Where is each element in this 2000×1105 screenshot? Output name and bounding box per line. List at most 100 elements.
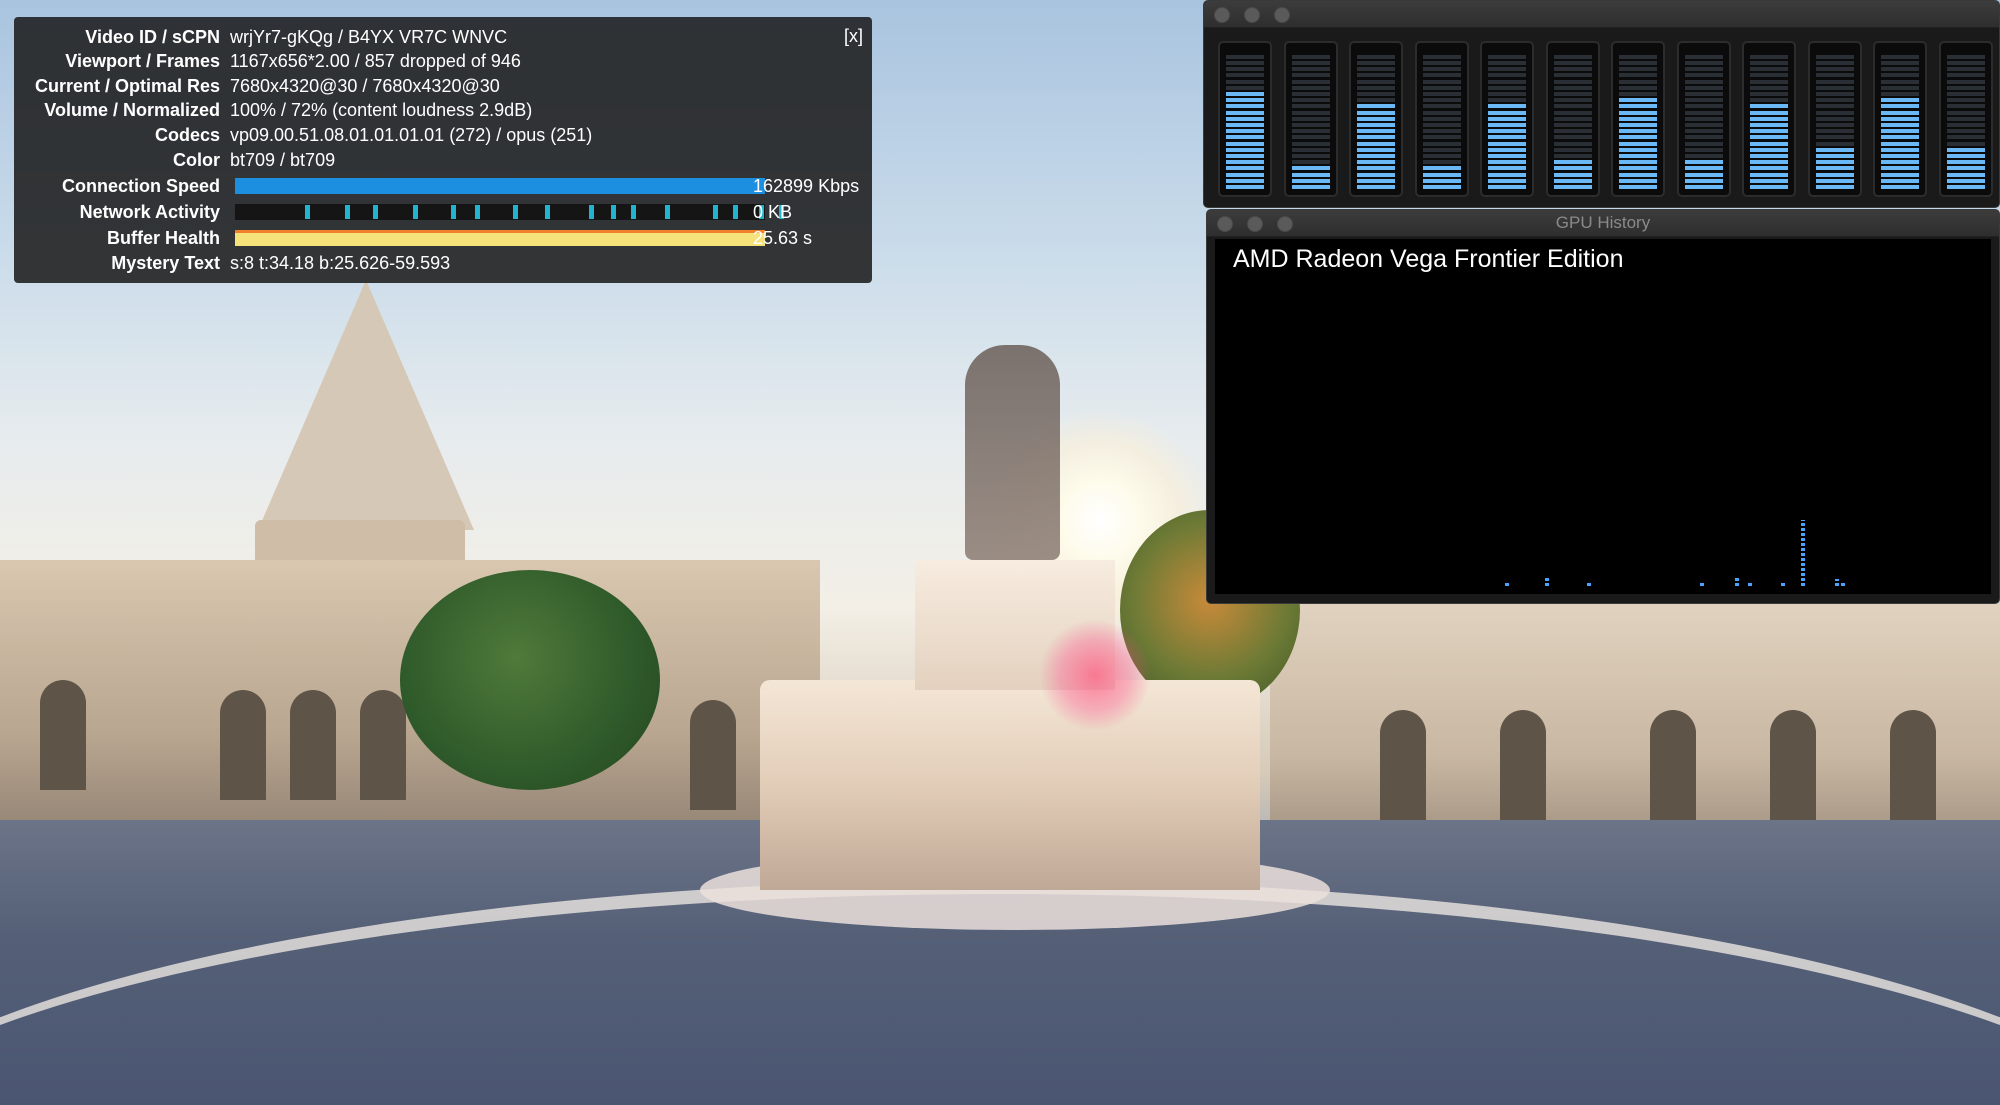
meter-segment (1815, 147, 1854, 152)
meter-segment (1226, 79, 1264, 84)
network-activity-tick (373, 205, 378, 219)
meter-segment (1226, 147, 1264, 152)
meter-segment (1946, 147, 1985, 152)
meter-segment (1684, 185, 1723, 189)
meter-segment (1619, 141, 1657, 146)
stat-value: wrjYr7-gKQg / B4YX VR7C WNVC (230, 27, 508, 47)
meter-segment (1619, 67, 1657, 72)
tree (400, 570, 660, 790)
meter-segment (1684, 104, 1723, 109)
meter-segment (1357, 160, 1395, 165)
meter-segment (1684, 129, 1723, 134)
meter-segment (1815, 92, 1854, 96)
meter-segment (1488, 135, 1526, 140)
meter-segment (1815, 85, 1854, 90)
meter-segment (1684, 141, 1723, 146)
meter-segment (1684, 92, 1723, 96)
window-titlebar[interactable] (1204, 1, 1999, 28)
meter-segment (1684, 85, 1723, 90)
gpu-history-window[interactable]: GPU History AMD Radeon Vega Frontier Edi… (1206, 209, 2000, 604)
network-activity-tick (611, 205, 616, 219)
meter-segment (1815, 160, 1854, 165)
meter-segment (1750, 54, 1788, 59)
meter-segment (1422, 123, 1461, 127)
arch (1500, 710, 1546, 820)
meter-segment (1226, 73, 1264, 78)
meter-segment (1881, 172, 1919, 177)
gpu-usage-spike (1700, 582, 1704, 586)
cpu-meter-window[interactable] (1203, 0, 2000, 208)
meter-segment (1357, 123, 1395, 127)
meter-segment (1226, 154, 1264, 158)
stat-value: s:8 t:34.18 b:25.626-59.593 (230, 253, 451, 273)
meter-segment (1357, 67, 1395, 72)
meter-segment (1881, 123, 1919, 127)
meter-segment (1422, 54, 1461, 59)
stat-row-viewport: Viewport / Frames 1167x656*2.00 / 857 dr… (14, 49, 872, 73)
meter-segment (1488, 104, 1526, 109)
arch (360, 690, 406, 800)
meter-segment (1291, 147, 1330, 152)
meter-segment (1946, 141, 1985, 146)
meter-segment (1291, 123, 1330, 127)
meter-segment (1946, 135, 1985, 140)
meter-segment (1553, 98, 1592, 103)
stat-row-video-id: Video ID / sCPN wrjYr7-gKQg / B4YX VR7C … (14, 25, 872, 49)
meter-segment (1946, 129, 1985, 134)
cpu-core-meter (1545, 41, 1600, 197)
meter-segment (1488, 185, 1526, 189)
meter-segment (1946, 104, 1985, 109)
meter-segment (1488, 67, 1526, 72)
zoom-window-button[interactable] (1274, 7, 1290, 23)
close-window-button[interactable] (1214, 7, 1230, 23)
stat-label: Buffer Health (106, 228, 220, 248)
meter-segment (1881, 160, 1919, 165)
equestrian-statue (965, 345, 1060, 560)
meter-segment (1291, 98, 1330, 103)
stat-label: Viewport / Frames (65, 51, 220, 71)
meter-segment (1881, 141, 1919, 146)
meter-segment (1881, 85, 1919, 90)
minimize-window-button[interactable] (1244, 7, 1260, 23)
stat-label: Volume / Normalized (44, 100, 220, 120)
stat-label: Current / Optimal Res (34, 76, 220, 96)
meter-segment (1684, 67, 1723, 72)
network-activity-tick (545, 205, 550, 219)
meter-segment (1684, 178, 1723, 183)
network-activity-tick (589, 205, 594, 219)
meter-segment (1619, 85, 1657, 90)
meter-segment (1357, 116, 1395, 121)
meter-segment (1553, 104, 1592, 109)
meter-segment (1684, 116, 1723, 121)
meter-segment (1619, 160, 1657, 165)
meter-segment (1488, 92, 1526, 96)
network-activity-tick (513, 205, 518, 219)
meter-segment (1619, 54, 1657, 59)
meter-segment (1619, 185, 1657, 189)
meter-segment (1553, 172, 1592, 177)
meter-segment (1750, 172, 1788, 177)
network-activity-tick (733, 205, 738, 219)
cpu-core-meter (1349, 41, 1403, 197)
stat-label: Codecs (154, 125, 220, 145)
gpu-usage-spike (1801, 520, 1805, 586)
meter-segment (1357, 147, 1395, 152)
meter-segment (1750, 85, 1788, 90)
network-activity-bar (235, 204, 784, 220)
meter-segment (1619, 147, 1657, 152)
meter-segment (1619, 92, 1657, 96)
meter-segment (1684, 147, 1723, 152)
stat-value: 1167x656*2.00 / 857 dropped of 946 (230, 51, 521, 71)
meter-segment (1357, 54, 1395, 59)
network-activity-tick (451, 205, 456, 219)
meter-segment (1750, 185, 1788, 189)
meter-segment (1881, 129, 1919, 134)
meter-segment (1619, 79, 1657, 84)
meter-segment (1488, 141, 1526, 146)
meter-segment (1291, 54, 1330, 59)
meter-segment (1946, 85, 1985, 90)
window-titlebar[interactable]: GPU History (1207, 210, 1999, 237)
meter-segment (1619, 61, 1657, 65)
network-activity-tick (713, 205, 718, 219)
meter-segment (1946, 92, 1985, 96)
